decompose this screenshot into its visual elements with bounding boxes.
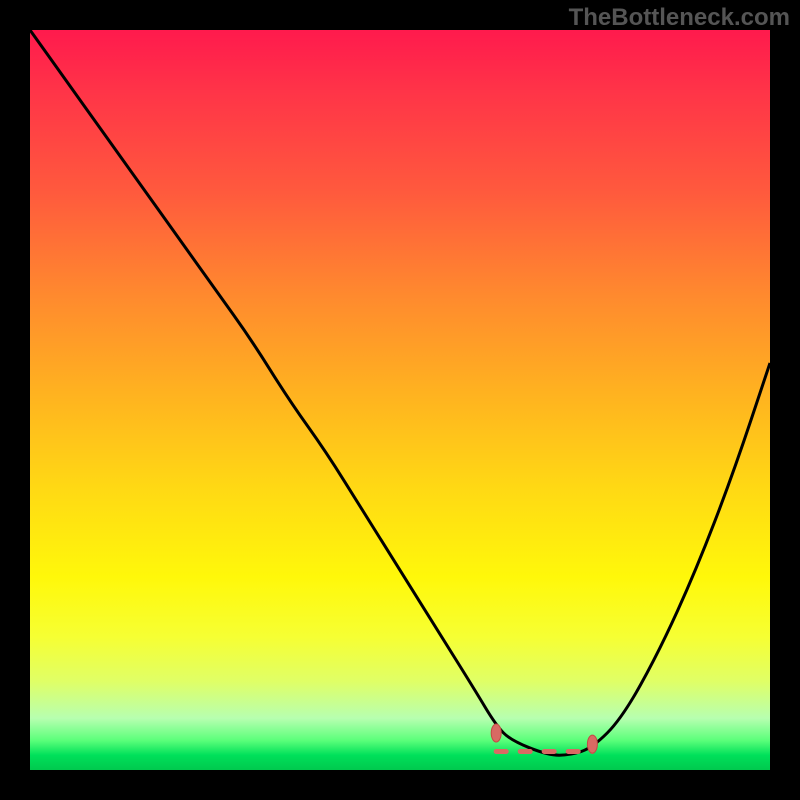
curve-marker-right	[587, 735, 597, 753]
watermark-text: TheBottleneck.com	[569, 4, 790, 32]
curve-svg	[30, 30, 770, 770]
chart-frame: TheBottleneck.com	[0, 0, 800, 800]
plot-area	[30, 30, 770, 770]
curve-marker-left	[491, 724, 501, 742]
bottleneck-curve	[30, 30, 770, 755]
